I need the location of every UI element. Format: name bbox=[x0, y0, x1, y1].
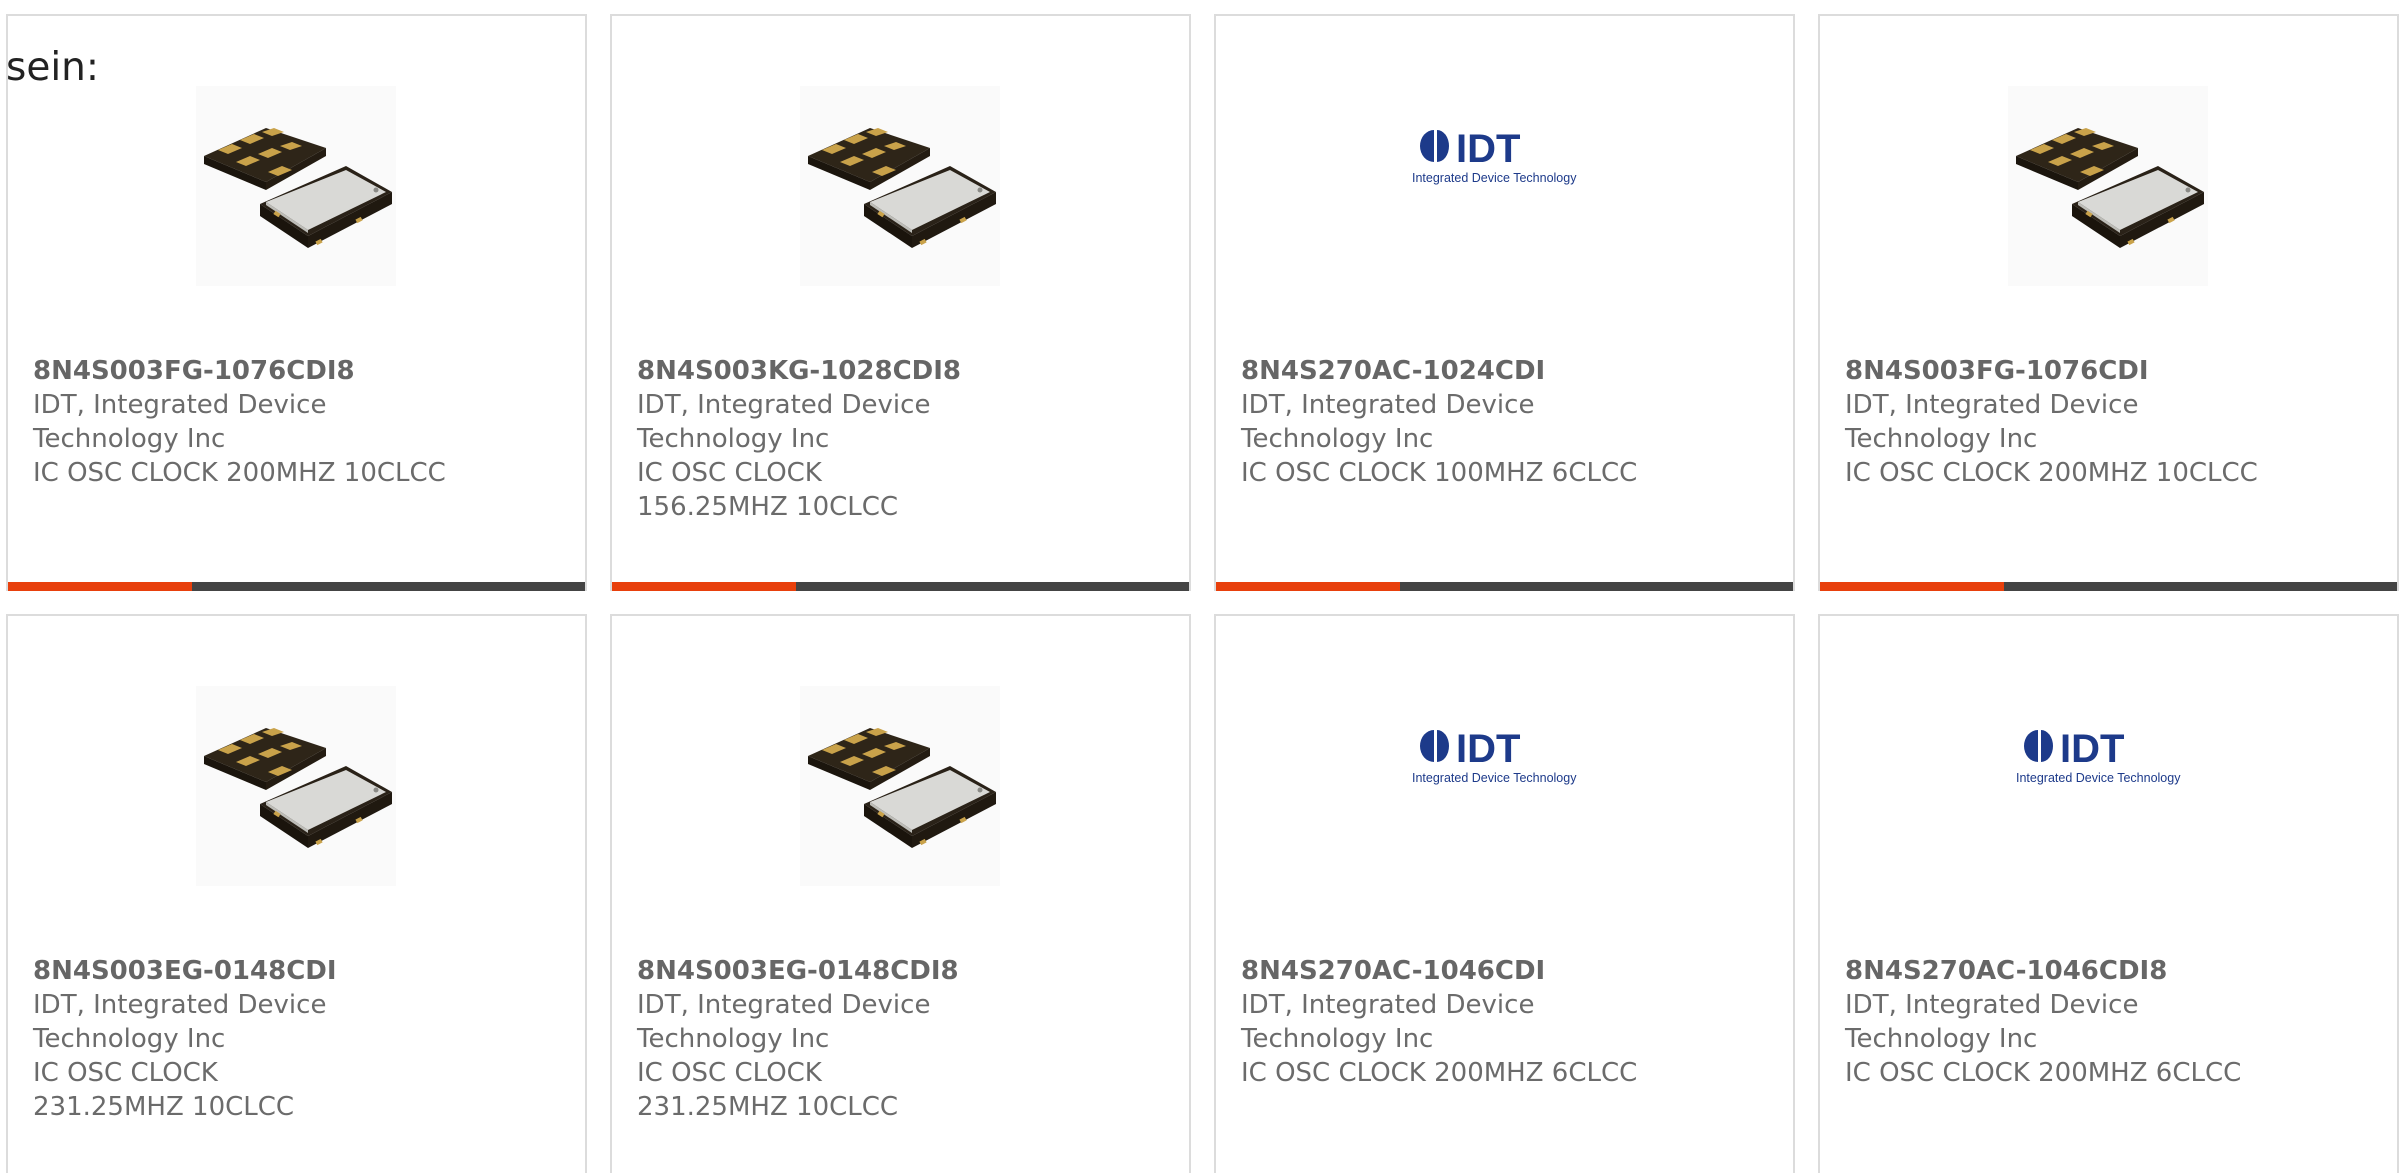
manufacturer: IDT, Integrated Device bbox=[637, 390, 931, 420]
oscillator-chip-icon bbox=[800, 86, 1000, 286]
manufacturer: IDT, Integrated Device bbox=[33, 990, 327, 1020]
product-info: 8N4S270AC-1046CDI IDT, Integrated Device… bbox=[1241, 954, 1671, 1090]
part-number-link[interactable]: 8N4S270AC-1046CDI bbox=[1241, 954, 1671, 988]
svg-text:IDT: IDT bbox=[1456, 127, 1520, 171]
product-info: 8N4S003EG-0148CDI IDT, Integrated Device… bbox=[33, 954, 463, 1124]
product-card[interactable]: 8N4S003EG-0148CDI8 IDT, Integrated Devic… bbox=[610, 614, 1191, 1173]
svg-text:Integrated Device Technology: Integrated Device Technology bbox=[2016, 771, 2181, 785]
manufacturer: IDT, Integrated Device bbox=[637, 990, 931, 1020]
product-description: IC OSC CLOCK 231.25MHZ 10CLCC bbox=[33, 1058, 295, 1122]
product-card[interactable]: IDT Integrated Device Technology 8N4S270… bbox=[1214, 14, 1795, 591]
svg-text:Integrated Device Technology: Integrated Device Technology bbox=[1412, 171, 1577, 185]
intro-text: sein: bbox=[6, 45, 100, 90]
idt-logo-image[interactable]: IDT Integrated Device Technology bbox=[2008, 686, 2208, 886]
part-number-link[interactable]: 8N4S003EG-0148CDI8 bbox=[637, 954, 1067, 988]
oscillator-chip-image[interactable] bbox=[2008, 86, 2208, 286]
product-description: IC OSC CLOCK 156.25MHZ 10CLCC bbox=[637, 458, 899, 522]
product-info: 8N4S003EG-0148CDI8 IDT, Integrated Devic… bbox=[637, 954, 1067, 1124]
card-accent bbox=[612, 582, 796, 591]
idt-logo-image[interactable]: IDT Integrated Device Technology bbox=[1404, 86, 1604, 286]
oscillator-chip-image[interactable] bbox=[800, 686, 1000, 886]
card-accent bbox=[1216, 582, 1400, 591]
part-number-link[interactable]: 8N4S270AC-1024CDI bbox=[1241, 354, 1671, 388]
manufacturer: Technology Inc bbox=[637, 1024, 830, 1054]
idt-logo-mark bbox=[1420, 130, 1449, 162]
oscillator-chip-icon bbox=[2008, 86, 2208, 286]
oscillator-chip-icon bbox=[196, 86, 396, 286]
product-info: 8N4S003FG-1076CDI IDT, Integrated Device… bbox=[1845, 354, 2275, 490]
manufacturer: IDT, Integrated Device bbox=[33, 390, 327, 420]
idt-logo-mark bbox=[1420, 730, 1449, 762]
svg-text:IDT: IDT bbox=[2060, 727, 2124, 771]
product-description: IC OSC CLOCK 200MHZ 10CLCC bbox=[1845, 458, 2258, 488]
idt-logo-mark bbox=[2024, 730, 2053, 762]
idt-logo-icon: IDT Integrated Device Technology bbox=[1412, 727, 1577, 785]
oscillator-chip-image[interactable] bbox=[196, 86, 396, 286]
idt-logo-icon: IDT Integrated Device Technology bbox=[2016, 727, 2181, 785]
product-description: IC OSC CLOCK 200MHZ 10CLCC bbox=[33, 458, 446, 488]
card-footer-bar bbox=[1820, 582, 2397, 591]
product-description: IC OSC CLOCK 100MHZ 6CLCC bbox=[1241, 458, 1638, 488]
oscillator-chip-image[interactable] bbox=[800, 86, 1000, 286]
product-page: sein: 8N4S003FG-1076CDI8 IDT, Integrated… bbox=[0, 0, 2400, 1173]
product-card[interactable]: IDT Integrated Device Technology 8N4S270… bbox=[1818, 614, 2399, 1173]
svg-text:IDT: IDT bbox=[1456, 727, 1520, 771]
card-accent bbox=[1820, 582, 2004, 591]
product-description: IC OSC CLOCK 200MHZ 6CLCC bbox=[1845, 1058, 2242, 1088]
manufacturer: IDT, Integrated Device bbox=[1241, 990, 1535, 1020]
product-info: 8N4S270AC-1046CDI8 IDT, Integrated Devic… bbox=[1845, 954, 2275, 1090]
manufacturer: Technology Inc bbox=[1241, 424, 1434, 454]
manufacturer: IDT, Integrated Device bbox=[1845, 390, 2139, 420]
idt-logo-icon: IDT Integrated Device Technology bbox=[1412, 127, 1577, 185]
oscillator-chip-image[interactable] bbox=[196, 686, 396, 886]
manufacturer: Technology Inc bbox=[1845, 1024, 2038, 1054]
product-info: 8N4S003KG-1028CDI8 IDT, Integrated Devic… bbox=[637, 354, 1067, 524]
card-footer-bar bbox=[8, 582, 585, 591]
product-card[interactable]: 8N4S003FG-1076CDI8 IDT, Integrated Devic… bbox=[6, 14, 587, 591]
product-card[interactable]: 8N4S003FG-1076CDI IDT, Integrated Device… bbox=[1818, 14, 2399, 591]
product-description: IC OSC CLOCK 200MHZ 6CLCC bbox=[1241, 1058, 1638, 1088]
manufacturer: Technology Inc bbox=[1241, 1024, 1434, 1054]
manufacturer: Technology Inc bbox=[33, 1024, 226, 1054]
part-number-link[interactable]: 8N4S270AC-1046CDI8 bbox=[1845, 954, 2275, 988]
manufacturer: IDT, Integrated Device bbox=[1241, 390, 1535, 420]
product-card[interactable]: 8N4S003KG-1028CDI8 IDT, Integrated Devic… bbox=[610, 14, 1191, 591]
product-info: 8N4S003FG-1076CDI8 IDT, Integrated Devic… bbox=[33, 354, 463, 490]
product-description: IC OSC CLOCK 231.25MHZ 10CLCC bbox=[637, 1058, 899, 1122]
svg-text:Integrated Device Technology: Integrated Device Technology bbox=[1412, 771, 1577, 785]
manufacturer: Technology Inc bbox=[637, 424, 830, 454]
product-info: 8N4S270AC-1024CDI IDT, Integrated Device… bbox=[1241, 354, 1671, 490]
oscillator-chip-icon bbox=[800, 686, 1000, 886]
product-grid: 8N4S003FG-1076CDI8 IDT, Integrated Devic… bbox=[6, 14, 2400, 1173]
oscillator-chip-icon bbox=[196, 686, 396, 886]
part-number-link[interactable]: 8N4S003KG-1028CDI8 bbox=[637, 354, 1067, 388]
card-footer-bar bbox=[1216, 582, 1793, 591]
part-number-link[interactable]: 8N4S003EG-0148CDI bbox=[33, 954, 463, 988]
card-accent bbox=[8, 582, 192, 591]
idt-logo-image[interactable]: IDT Integrated Device Technology bbox=[1404, 686, 1604, 886]
product-card[interactable]: IDT Integrated Device Technology 8N4S270… bbox=[1214, 614, 1795, 1173]
manufacturer: Technology Inc bbox=[1845, 424, 2038, 454]
part-number-link[interactable]: 8N4S003FG-1076CDI bbox=[1845, 354, 2275, 388]
part-number-link[interactable]: 8N4S003FG-1076CDI8 bbox=[33, 354, 463, 388]
card-footer-bar bbox=[612, 582, 1189, 591]
manufacturer: Technology Inc bbox=[33, 424, 226, 454]
manufacturer: IDT, Integrated Device bbox=[1845, 990, 2139, 1020]
product-card[interactable]: 8N4S003EG-0148CDI IDT, Integrated Device… bbox=[6, 614, 587, 1173]
